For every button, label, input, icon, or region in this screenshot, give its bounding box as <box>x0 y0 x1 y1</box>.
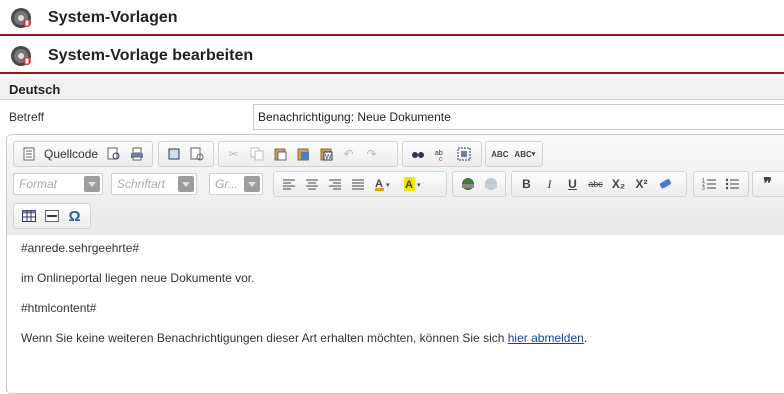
toolbar-group-find: ab c <box>402 141 482 167</box>
copy-icon[interactable] <box>246 144 267 164</box>
page-header: System-Vorlagen <box>0 2 784 36</box>
svg-text:A: A <box>405 179 413 191</box>
remove-format-icon[interactable] <box>654 174 675 194</box>
content-line: Wenn Sie keine weiteren Benachrichtigung… <box>21 331 784 346</box>
background-color-icon[interactable]: A ▾ <box>400 174 428 194</box>
superscript-button[interactable]: X² <box>631 174 652 194</box>
svg-text:▾: ▾ <box>417 182 421 189</box>
svg-text:W: W <box>325 154 332 161</box>
svg-text:c: c <box>439 156 443 161</box>
find-icon[interactable] <box>407 144 428 164</box>
svg-text:3: 3 <box>702 186 705 191</box>
bold-button[interactable]: B <box>516 174 537 194</box>
chevron-down-icon <box>244 176 260 192</box>
special-char-button[interactable]: Ω <box>64 206 85 226</box>
spellcheck-as-you-type-icon[interactable]: ABC ▾ <box>512 144 538 164</box>
rich-text-editor: Quellcode ✂ W ↶ ↷ ab c ABC ABC ▾ Format … <box>6 134 784 394</box>
numbered-list-icon[interactable]: 123 <box>698 174 719 194</box>
content-line: im Onlineportal liegen neue Dokumente vo… <box>21 271 255 285</box>
content-text: . <box>583 331 588 345</box>
editor-toolbar: Quellcode ✂ W ↶ ↷ ab c ABC ABC ▾ Format … <box>7 135 784 236</box>
toolbar-group-blocks: ❞ <box>752 171 784 197</box>
content-line: #htmlcontent# <box>21 301 97 315</box>
horizontal-line-icon[interactable] <box>41 206 62 226</box>
align-justify-icon[interactable] <box>347 174 368 194</box>
toolbar-group-document: Quellcode <box>13 141 153 167</box>
edit-template-icon <box>10 45 32 67</box>
templates-button-icon[interactable] <box>186 144 207 164</box>
select-all-icon[interactable] <box>453 144 474 164</box>
toolbar-group-spellcheck: ABC ABC ▾ <box>485 141 543 167</box>
size-select[interactable]: Gr... <box>209 173 263 195</box>
toolbar-group-basicstyles: B I U abc X₂ X² <box>511 171 687 197</box>
paste-text-icon[interactable] <box>292 144 313 164</box>
italic-button[interactable]: I <box>539 174 560 194</box>
dropdown-arrow-icon: ▾ <box>531 151 536 158</box>
source-icon[interactable] <box>18 144 39 164</box>
editor-content[interactable]: #anrede.sehrgeehrte# im Onlineportal lie… <box>7 235 784 393</box>
subscript-button[interactable]: X₂ <box>608 174 629 194</box>
chevron-down-icon <box>84 176 100 192</box>
underline-button[interactable]: U <box>562 174 583 194</box>
strikethrough-button[interactable]: abc <box>585 174 606 194</box>
page-title: System-Vorlagen <box>48 9 178 26</box>
content-line: #anrede.sehrgeehrte# <box>21 241 140 255</box>
cut-icon[interactable]: ✂ <box>223 144 244 164</box>
subject-input[interactable] <box>253 104 784 130</box>
bullet-list-icon[interactable] <box>721 174 742 194</box>
preview-icon[interactable] <box>103 144 124 164</box>
toolbar-group-insert: Ω <box>13 203 91 229</box>
paste-word-icon[interactable]: W <box>315 144 336 164</box>
maximize-icon[interactable] <box>163 144 184 164</box>
font-select[interactable]: Schriftart <box>111 173 197 195</box>
text-color-icon[interactable]: A ▾ <box>370 174 398 194</box>
toolbar-group-links <box>452 171 506 197</box>
toolbar-group-lists: 123 <box>693 171 749 197</box>
unsubscribe-link[interactable]: hier abmelden <box>508 331 584 345</box>
toolbar-group-templates <box>158 141 214 167</box>
toolbar-group-align-color: A ▾ A ▾ <box>273 171 447 197</box>
section-title: System-Vorlage bearbeiten <box>48 47 254 64</box>
source-button[interactable]: Quellcode <box>41 144 101 164</box>
align-right-icon[interactable] <box>324 174 345 194</box>
format-select[interactable]: Format <box>13 173 103 195</box>
unlink-icon[interactable] <box>480 174 501 194</box>
replace-icon[interactable]: ab c <box>430 144 451 164</box>
undo-icon[interactable]: ↶ <box>338 144 359 164</box>
chevron-down-icon <box>178 176 194 192</box>
svg-text:▾: ▾ <box>386 182 390 189</box>
section-header: System-Vorlage bearbeiten <box>0 40 784 74</box>
link-icon[interactable] <box>457 174 478 194</box>
content-text: Wenn Sie keine weiteren Benachrichtigung… <box>21 331 508 345</box>
paste-icon[interactable] <box>269 144 290 164</box>
align-left-icon[interactable] <box>278 174 299 194</box>
blockquote-button[interactable]: ❞ <box>757 174 778 194</box>
print-icon[interactable] <box>126 144 147 164</box>
table-icon[interactable] <box>18 206 39 226</box>
language-heading: Deutsch <box>0 78 784 100</box>
align-center-icon[interactable] <box>301 174 322 194</box>
redo-icon[interactable]: ↷ <box>361 144 382 164</box>
spellcheck-icon[interactable]: ABC <box>490 144 510 164</box>
templates-icon <box>10 7 32 29</box>
toolbar-group-clipboard: ✂ W ↶ ↷ <box>218 141 398 167</box>
subject-label: Betreff <box>9 110 45 124</box>
